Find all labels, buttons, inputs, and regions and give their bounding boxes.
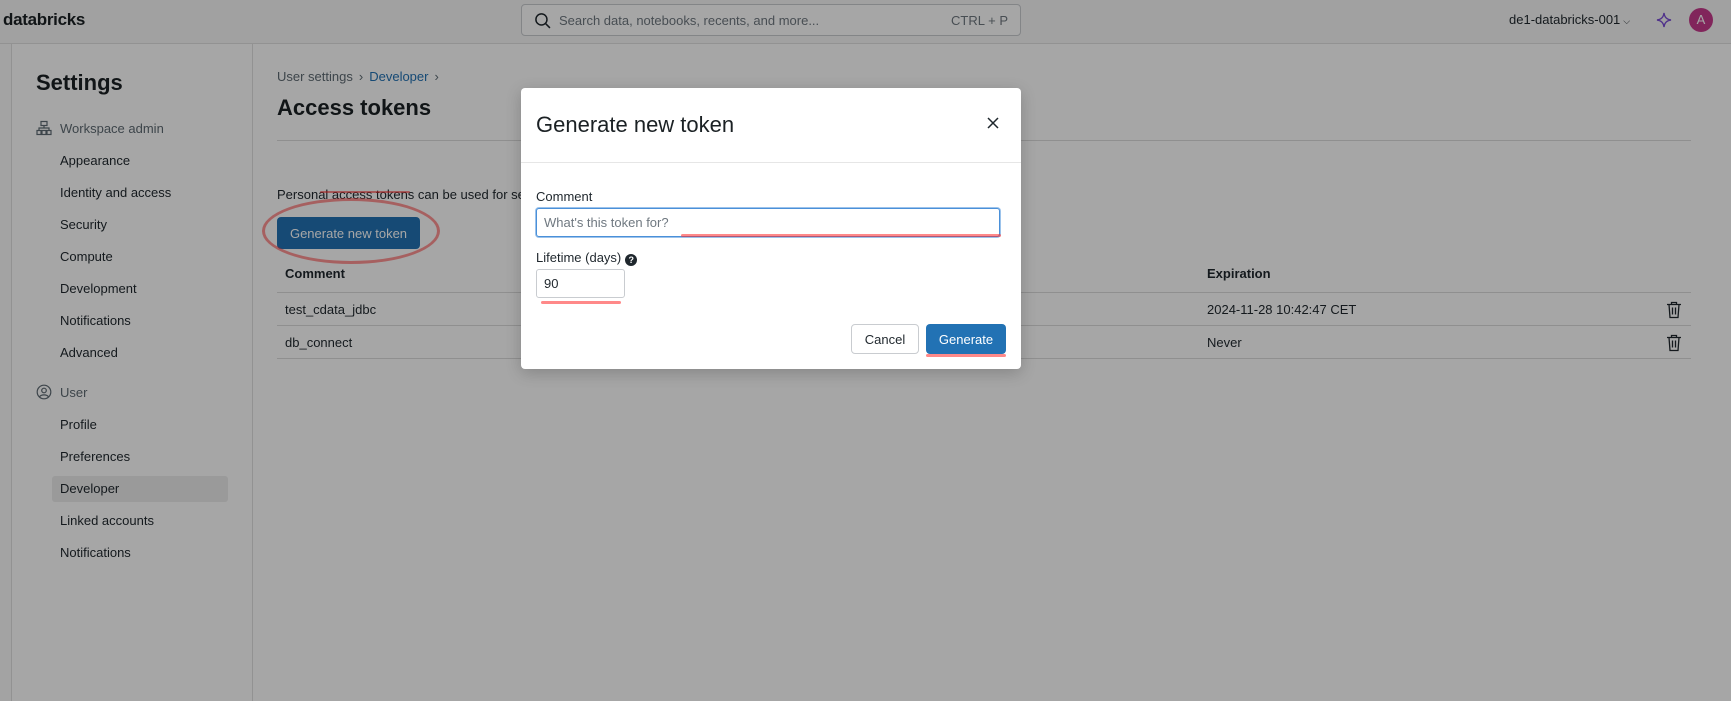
dialog-divider bbox=[521, 162, 1021, 163]
dialog-title: Generate new token bbox=[536, 112, 735, 137]
comment-input[interactable] bbox=[536, 208, 1000, 237]
close-icon[interactable] bbox=[986, 116, 1000, 130]
generate-button[interactable]: Generate bbox=[926, 324, 1006, 354]
comment-label: Comment bbox=[536, 189, 593, 204]
annotation-underline bbox=[541, 301, 621, 304]
lifetime-label-text: Lifetime (days) bbox=[536, 250, 622, 265]
cancel-button[interactable]: Cancel bbox=[851, 324, 919, 354]
generate-token-dialog: Generate new token Comment Lifetime (day… bbox=[521, 88, 1021, 369]
lifetime-input[interactable] bbox=[536, 269, 625, 298]
annotation-underline bbox=[926, 354, 1006, 357]
lifetime-label: Lifetime (days)? bbox=[536, 250, 638, 266]
help-icon[interactable]: ? bbox=[625, 254, 638, 266]
